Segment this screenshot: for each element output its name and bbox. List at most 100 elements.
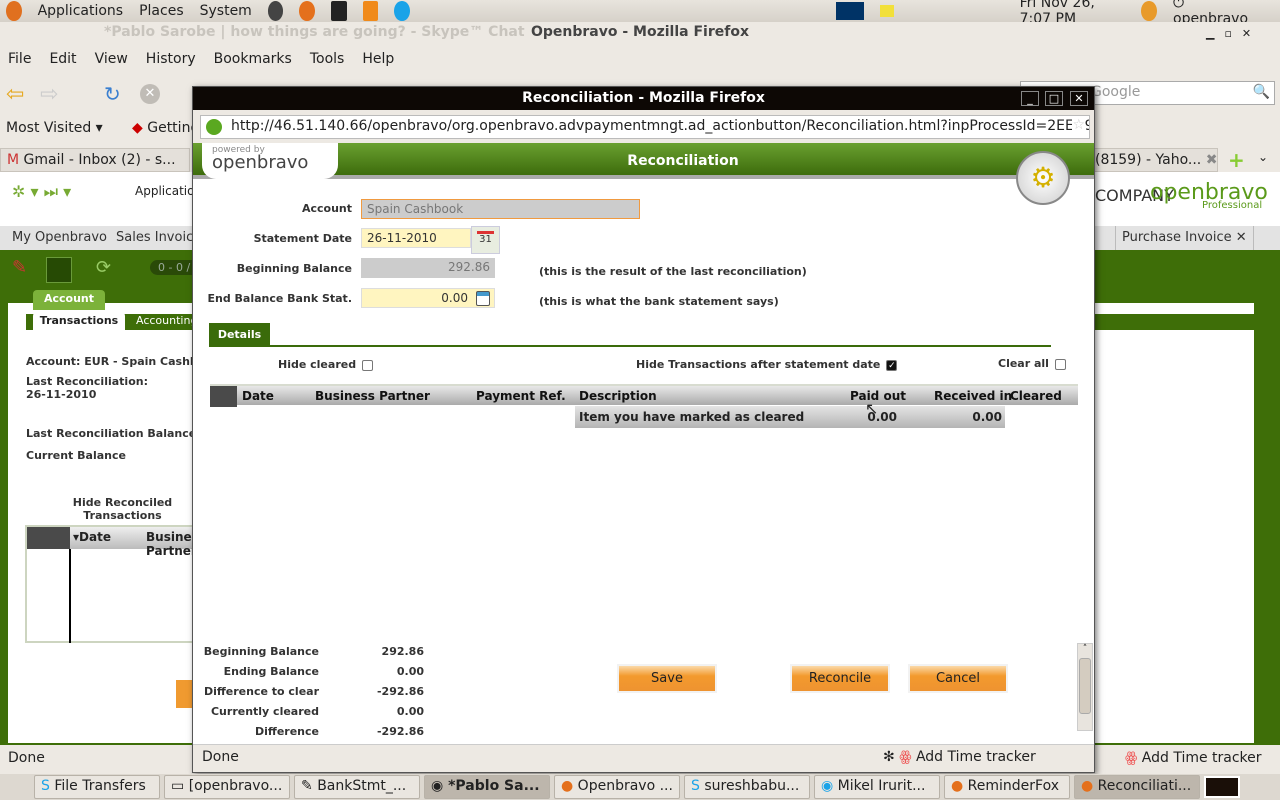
details-tab[interactable]: Details [209,323,270,346]
search-icon[interactable]: 🔍 [1253,84,1270,100]
window-title: Openbravo - Mozilla Firefox [531,24,749,40]
reconciliation-popup-window: Reconciliation - Mozilla Firefox _ □ ✕ h… [192,86,1095,773]
tab-gmail[interactable]: M Gmail - Inbox (2) - s... [0,148,190,172]
table-row[interactable]: Item you have marked as cleared 0.00 0.0… [575,406,1005,428]
gears-icon: ⚙ [1016,151,1070,205]
menu-applications[interactable]: Applications [38,3,124,19]
task-openbravo-firefox[interactable]: ● Openbravo ... [554,775,680,799]
col-business-partner[interactable]: Business Partner [315,386,430,407]
menu-file[interactable]: File [8,51,31,67]
task-file-transfers[interactable]: S File Transfers [34,775,160,799]
grid-view-icon[interactable] [46,257,72,283]
hide-after-date-checkbox[interactable]: Hide Transactions after statement date ✓ [636,358,898,371]
workspace-switcher[interactable] [1204,776,1240,798]
beginning-balance-note: (this is the result of the last reconcil… [539,265,807,278]
globe-icon[interactable] [1141,1,1158,21]
calculator-icon[interactable] [476,291,490,306]
last-reconciliation-balance: Last Reconciliation Balance [26,427,197,440]
bookmark-star-icon[interactable]: ☆ [1072,117,1085,133]
skype-launcher-icon[interactable] [394,1,410,21]
reconcile-button[interactable]: Reconcile [790,664,890,693]
transactions-grid[interactable]: ▾Date Business Partner [25,525,206,643]
current-balance: Current Balance [26,449,126,462]
grid-col-date[interactable]: Date [79,530,111,544]
subtab-transactions[interactable]: Transactions [33,312,125,336]
firefox-launcher-icon[interactable] [299,1,315,21]
menubar: File Edit View History Bookmarks Tools Help [8,51,412,67]
col-received-in[interactable]: Received in [934,386,1012,407]
task-openbravo-folder[interactable]: ▭ [openbravo... [164,775,290,799]
task-mikel[interactable]: ◉ Mikel Irurit... [814,775,940,799]
edit-icon[interactable]: ✎ [12,257,27,278]
top-panel: Applications Places System Fri Nov 26, 7… [0,0,1280,27]
menu-help[interactable]: Help [362,51,394,67]
search-placeholder: Google [1091,84,1141,100]
task-sureshbabu[interactable]: S sureshbabu... [684,775,810,799]
task-bankstmt[interactable]: ✎ BankStmt_... [294,775,420,799]
popup-scrollbar[interactable]: ˄ [1077,643,1093,731]
col-date[interactable]: Date [242,386,274,407]
end-balance-note: (this is what the bank statement says) [539,295,779,308]
hide-cleared-checkbox[interactable]: Hide cleared [278,358,374,371]
menu-view[interactable]: View [95,51,128,67]
back-icon[interactable]: ⇦ [6,82,24,107]
menu-system[interactable]: System [200,3,252,19]
taskbar: S File Transfers ▭ [openbravo... ✎ BankS… [0,774,1280,800]
menu-places[interactable]: Places [139,3,184,19]
app-launcher-icon[interactable] [362,1,379,21]
ribbon-icon: ꙮ [899,749,912,765]
last-reconciliation-label: Last Reconciliation: [26,375,148,388]
ubuntu-logo-icon[interactable] [6,1,22,21]
summary-difference-label: Difference [255,725,319,738]
save-button[interactable]: Save [617,664,717,693]
menu-bookmarks[interactable]: Bookmarks [214,51,292,67]
statement-date-label: Statement Date [253,232,352,245]
bg-time-tracker[interactable]: ꙮ Add Time tracker [1125,750,1262,766]
app-tab-purchase-invoice[interactable]: Purchase Invoice ✕ [1115,226,1254,250]
account-field[interactable]: Spain Cashbook [361,199,640,219]
app-tab-my-openbravo[interactable]: My Openbravo [6,226,114,250]
col-payment-ref[interactable]: Payment Ref. [476,386,566,407]
subtab-accounting[interactable]: Accounting [136,314,197,327]
launcher-icon[interactable] [267,1,284,21]
bg-window-controls[interactable]: ▁▫✕ [1206,27,1261,40]
task-reconciliation[interactable]: ● Reconciliati... [1074,775,1200,799]
reload-icon[interactable]: ↻ [104,82,121,106]
account-tab[interactable]: Account [33,290,105,310]
summary-beginning-label: Beginning Balance [203,645,319,658]
clear-all-checkbox[interactable]: Clear all [998,357,1066,370]
col-description[interactable]: Description [579,386,657,407]
task-pablo-skype[interactable]: ◉ *Pablo Sa... [424,775,550,799]
terminal-icon[interactable] [330,1,347,21]
summary-cleared-label: Currently cleared [210,705,319,718]
tab-list-icon[interactable]: ⌄ [1258,150,1268,164]
popup-maximize-button[interactable]: □ [1045,91,1063,106]
cancel-button[interactable]: Cancel [908,664,1008,693]
bg-window-title: *Pablo Sarobe | how things are going? - … [0,24,1280,46]
popup-time-tracker[interactable]: ✻ ꙮ Add Time tracker [883,749,1036,765]
statement-date-field[interactable]: 26-11-2010 [361,228,471,248]
bookmark-most-visited[interactable]: Most Visited ▾ [6,120,103,136]
notes-icon[interactable] [879,5,894,17]
popup-url-input[interactable]: http://46.51.140.66/openbravo/org.openbr… [200,115,1090,139]
summary-diff-to-clear-label: Difference to clear [203,685,319,698]
forward-icon[interactable]: ⇨ [40,82,58,107]
menu-history[interactable]: History [146,51,196,67]
stop-icon[interactable]: ✕ [140,84,160,104]
task-reminderfox[interactable]: ● ReminderFox [944,775,1070,799]
scrollbar-thumb[interactable] [1079,658,1091,714]
menu-tools[interactable]: Tools [310,51,345,67]
refresh-icon[interactable]: ⟳ [96,257,111,278]
beginning-balance-field: 292.86 [361,258,495,278]
popup-close-button[interactable]: ✕ [1070,91,1088,106]
end-balance-field[interactable]: 0.00 [361,288,495,308]
summary-diff-to-clear-value: -292.86 [376,685,424,698]
app-toolbar-icons[interactable]: ✲ ▾ ⏭ ▾ [12,182,71,202]
site-icon [206,119,222,135]
summary-ending-label: Ending Balance [223,665,319,678]
popup-minimize-button[interactable]: _ [1021,91,1039,106]
col-cleared[interactable]: Cleared [1010,386,1062,407]
calendar-icon[interactable]: 31 [471,226,500,254]
new-tab-icon[interactable]: + [1228,148,1245,172]
menu-edit[interactable]: Edit [49,51,76,67]
